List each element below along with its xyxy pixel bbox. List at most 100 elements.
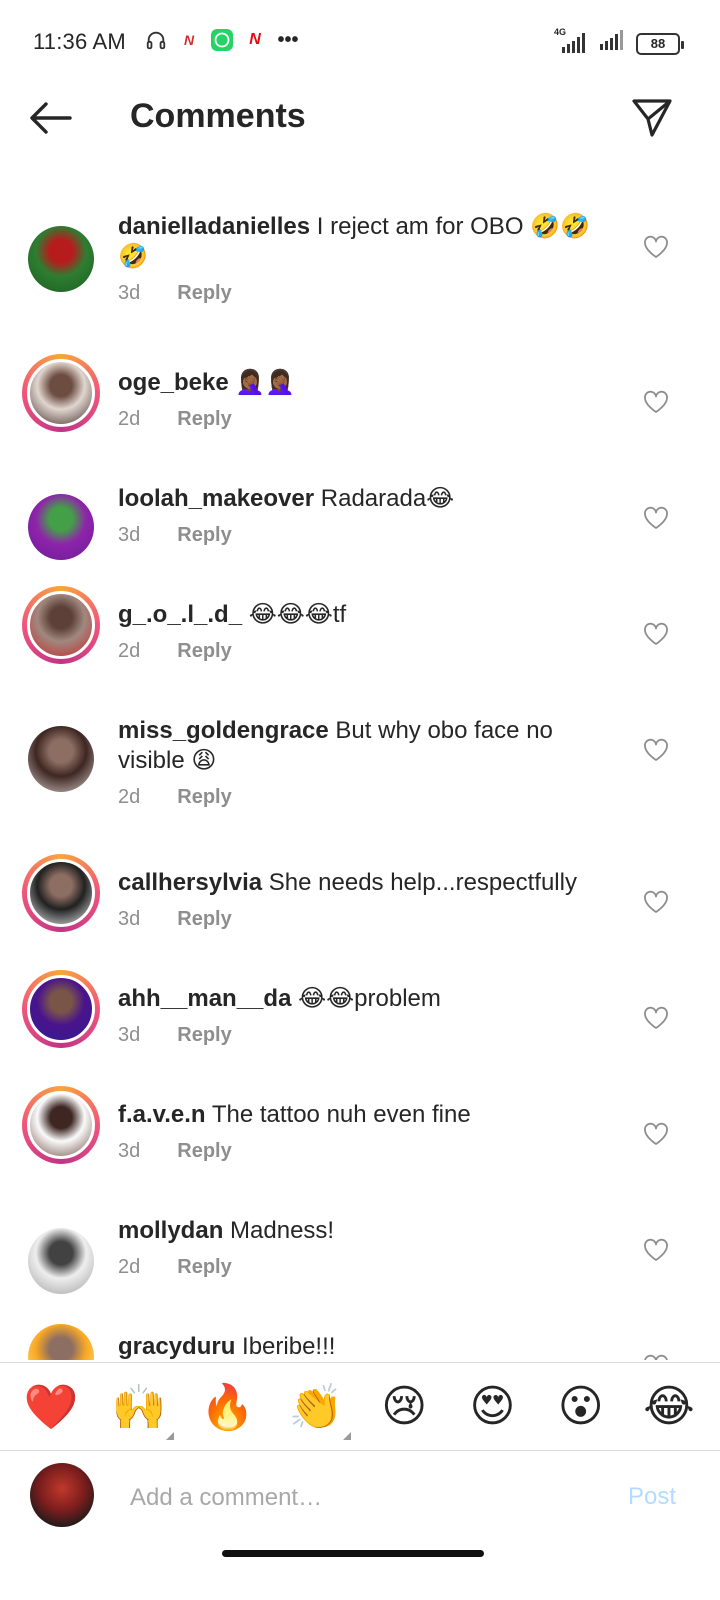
reply-button[interactable]: Reply — [177, 786, 231, 809]
comment-body: Iberibe!!! — [235, 1333, 336, 1360]
comment-age: 2d — [118, 1256, 141, 1278]
network-type-label: 4G — [554, 26, 567, 37]
news-app-icon: N — [183, 32, 195, 48]
comment-body: 😂😂😂tf — [242, 601, 347, 628]
emoji-reaction-button[interactable]: 😍 — [463, 1378, 521, 1436]
reply-button[interactable]: Reply — [177, 640, 231, 663]
avatar[interactable] — [22, 488, 100, 566]
comment-text: miss_goldengrace But why obo face no vis… — [118, 716, 608, 776]
story-ring-avatar[interactable] — [22, 586, 100, 664]
comment-username[interactable]: oge_beke — [118, 369, 229, 396]
like-heart-icon[interactable] — [643, 1122, 669, 1146]
comment-username[interactable]: mollydan — [118, 1217, 223, 1244]
comment-text: g_.o_.l_.d_ 😂😂😂tf — [118, 600, 608, 630]
reply-button[interactable]: Reply — [177, 1140, 231, 1163]
like-heart-icon[interactable] — [643, 890, 669, 914]
avatar[interactable] — [22, 720, 100, 798]
arrow-left-icon — [30, 102, 72, 134]
post-button[interactable]: Post — [628, 1483, 676, 1511]
comment-username[interactable]: loolah_makeover — [118, 485, 314, 512]
comment-username[interactable]: f.a.v.e.n — [118, 1101, 206, 1128]
headphones-icon — [144, 28, 168, 52]
emoji-reaction-button[interactable]: 😮 — [552, 1378, 610, 1436]
like-heart-icon[interactable] — [643, 235, 669, 259]
avatar-image — [28, 494, 94, 560]
avatar-image — [28, 726, 94, 792]
like-heart-icon[interactable] — [643, 1354, 669, 1360]
like-heart-icon[interactable] — [643, 506, 669, 530]
comment-username[interactable]: gracyduru — [118, 1333, 235, 1360]
emoji-glyph: 🔥 — [200, 1382, 255, 1432]
avatar[interactable] — [22, 1222, 100, 1300]
comment-composer: Post — [0, 1450, 720, 1542]
story-ring-avatar[interactable] — [22, 970, 100, 1048]
comment-age: 2d — [118, 640, 141, 662]
reply-button[interactable]: Reply — [177, 282, 231, 305]
story-ring-avatar[interactable] — [22, 854, 100, 932]
avatar-image — [27, 859, 95, 927]
emoji-glyph: 👏 — [288, 1382, 344, 1432]
comments-list[interactable]: danielladanielles I reject am for OBO 🤣🤣… — [0, 190, 720, 1360]
notification-icons: N N ••• — [144, 28, 300, 52]
emoji-reaction-button[interactable]: 👏 — [287, 1378, 351, 1440]
comment-username[interactable]: g_.o_.l_.d_ — [118, 601, 242, 628]
reply-button[interactable]: Reply — [177, 524, 231, 547]
comment-text: f.a.v.e.n The tattoo nuh even fine — [118, 1100, 608, 1130]
like-heart-icon[interactable] — [643, 622, 669, 646]
signal-4g-icon: 4G — [552, 27, 588, 55]
current-user-avatar — [30, 1463, 94, 1527]
emoji-reaction-button[interactable]: 🙌 — [110, 1378, 175, 1440]
comment-row[interactable]: gracyduru Iberibe!!!2dReply — [0, 1310, 720, 1360]
comment-input[interactable] — [130, 1481, 570, 1515]
comment-body: Radarada😂 — [314, 485, 455, 512]
comment-age: 3d — [118, 908, 141, 930]
reply-button[interactable]: Reply — [177, 1256, 231, 1279]
emoji-reaction-button[interactable]: 😢 — [375, 1378, 433, 1436]
back-button[interactable] — [26, 98, 74, 138]
variant-indicator-icon — [342, 1431, 351, 1440]
comment-row[interactable]: danielladanielles I reject am for OBO 🤣🤣… — [0, 190, 720, 340]
emoji-reaction-button[interactable]: 😂 — [640, 1378, 698, 1436]
emoji-glyph: 😢 — [381, 1382, 428, 1431]
emoji-bar: ❤️ 🙌 🔥 👏 😢 😍 😮 😂 — [0, 1362, 720, 1450]
comment-text: oge_beke 🤦🏾‍♀️🤦🏾‍♀️ — [118, 368, 608, 398]
header: Comments — [0, 84, 720, 156]
story-ring-avatar[interactable] — [22, 1086, 100, 1164]
reply-button[interactable]: Reply — [177, 408, 231, 431]
status-time: 11:36 AM — [33, 29, 126, 54]
comment-username[interactable]: miss_goldengrace — [118, 717, 329, 744]
share-button[interactable] — [630, 96, 674, 140]
avatar-image — [27, 359, 95, 427]
emoji-glyph: 🙌 — [111, 1382, 167, 1432]
comment-body: The tattoo nuh even fine — [205, 1101, 471, 1128]
comment-username[interactable]: danielladanielles — [118, 213, 310, 240]
avatar[interactable] — [22, 1318, 100, 1360]
avatar[interactable] — [22, 220, 100, 298]
comment-username[interactable]: ahh__man__da — [118, 985, 291, 1012]
avatar-image — [27, 591, 95, 659]
comment-body: She needs help...respectfully — [262, 869, 577, 896]
emoji-glyph: 😂 — [643, 1382, 695, 1431]
comment-username[interactable]: callhersylvia — [118, 869, 262, 896]
page-title: Comments — [130, 97, 306, 135]
reply-button[interactable]: Reply — [177, 1024, 231, 1047]
comment-body: 😂😂problem — [291, 985, 441, 1012]
story-ring-avatar[interactable] — [22, 354, 100, 432]
battery-indicator: 88 — [636, 32, 684, 55]
reply-button[interactable]: Reply — [177, 908, 231, 931]
like-heart-icon[interactable] — [643, 390, 669, 414]
emoji-reaction-button[interactable]: ❤️ — [22, 1378, 80, 1436]
emoji-glyph: 😍 — [469, 1382, 516, 1431]
comment-text: callhersylvia She needs help...respectfu… — [118, 868, 608, 898]
like-heart-icon[interactable] — [643, 738, 669, 762]
comment-text: danielladanielles I reject am for OBO 🤣🤣… — [118, 212, 608, 272]
comment-age: 3d — [118, 524, 141, 546]
home-indicator[interactable] — [222, 1550, 484, 1557]
comment-body: 🤦🏾‍♀️🤦🏾‍♀️ — [228, 369, 296, 396]
comment-row[interactable]: miss_goldengrace But why obo face no vis… — [0, 694, 720, 844]
like-heart-icon[interactable] — [643, 1238, 669, 1262]
netflix-icon: N — [249, 31, 261, 48]
comment-age: 2d — [118, 786, 141, 808]
emoji-reaction-button[interactable]: 🔥 — [199, 1378, 257, 1436]
like-heart-icon[interactable] — [643, 1006, 669, 1030]
